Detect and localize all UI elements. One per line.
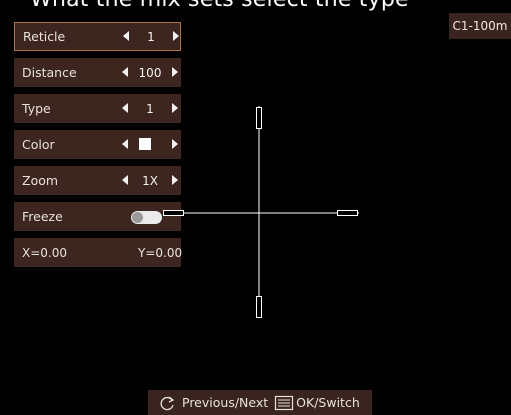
reticle-left-post: [163, 210, 184, 216]
reticle-right-post: [337, 210, 358, 216]
rotate-icon: [160, 395, 175, 410]
menu-list-icon: [275, 395, 294, 410]
reticle-top-post: [256, 107, 262, 129]
crosshair-reticle: [163, 106, 359, 318]
reticle-bottom-post: [256, 296, 262, 318]
previous-next-hint: Previous/Next: [182, 395, 269, 410]
footer-hint-bar: Previous/Next OK/Switch: [148, 390, 372, 415]
ok-switch-hint: OK/Switch: [296, 395, 360, 410]
